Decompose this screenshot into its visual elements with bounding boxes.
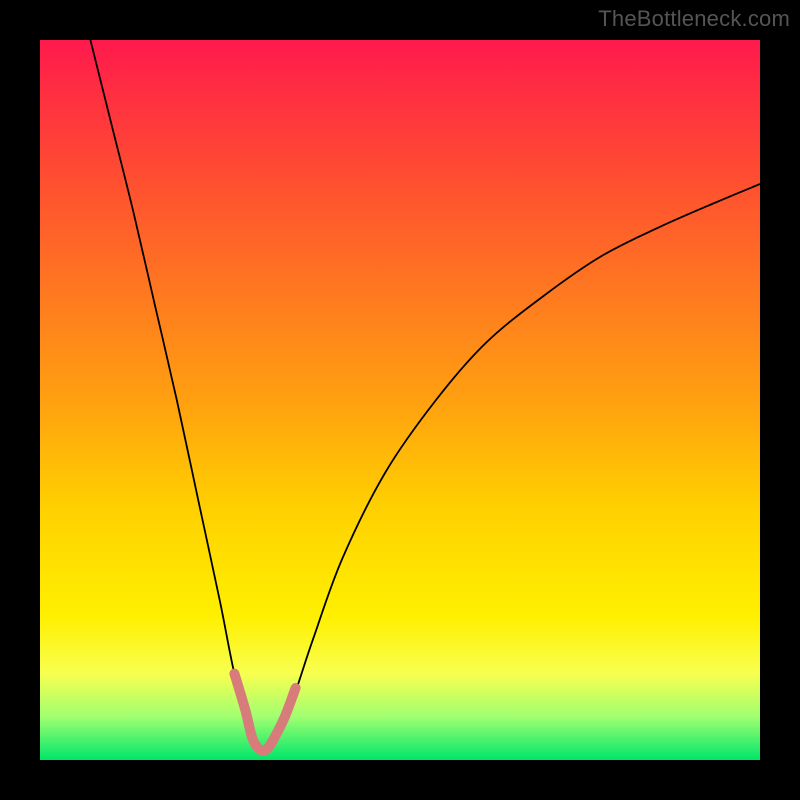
watermark-text: TheBottleneck.com: [598, 6, 790, 32]
chart-frame: TheBottleneck.com: [0, 0, 800, 800]
bottleneck-curve: [90, 40, 760, 752]
plot-area: [40, 40, 760, 760]
curve-svg: [40, 40, 760, 760]
highlight-min: [234, 674, 295, 751]
